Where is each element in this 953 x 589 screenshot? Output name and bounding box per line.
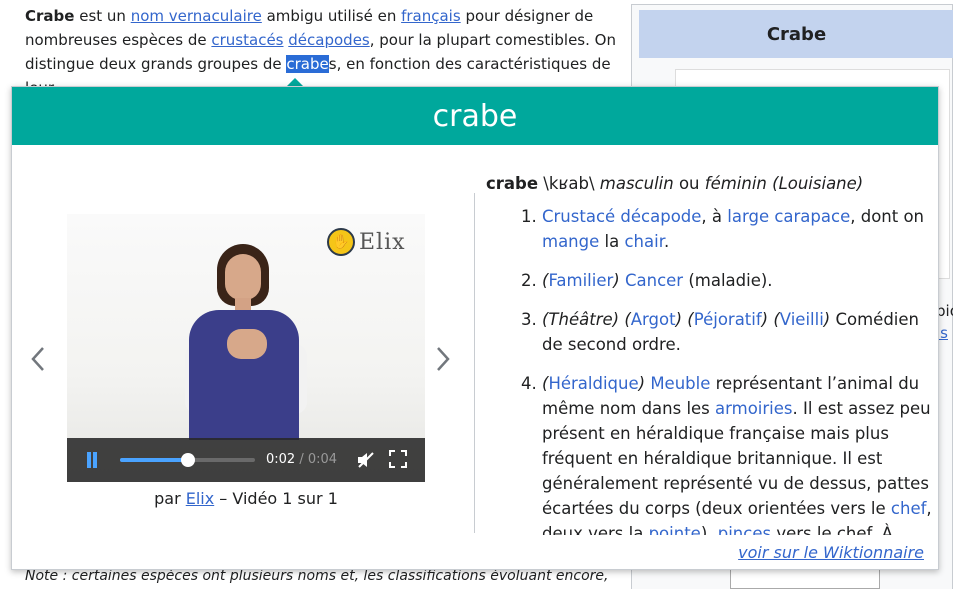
video-caption: par Elix – Vidéo 1 sur 1 — [154, 489, 338, 508]
link-crustaces[interactable]: crustacés — [211, 31, 283, 49]
wiktionary-popup: crabe ✋ Elix 0:02 / 0:04 par Elix – Vidé… — [11, 86, 939, 570]
article-note: Note : certaines espèces ont plusieurs n… — [25, 568, 609, 584]
definition-list: Crustacé décapode, à large carapace, don… — [542, 204, 936, 535]
article-title: Crabe — [25, 7, 75, 25]
video-controls: 0:02 / 0:04 — [67, 438, 425, 482]
pause-icon[interactable] — [85, 452, 99, 468]
definition-item: Crustacé décapode, à large carapace, don… — [542, 204, 936, 254]
chevron-left-icon[interactable] — [30, 345, 46, 379]
video-player[interactable]: ✋ Elix 0:02 / 0:04 — [67, 214, 425, 482]
definition-item: (Théâtre) (Argot) (Péjoratif) (Vieilli) … — [542, 307, 936, 357]
popup-title: crabe — [12, 87, 938, 145]
popup-divider — [474, 193, 475, 533]
elix-logo-icon: ✋ — [327, 228, 355, 256]
seek-bar[interactable] — [120, 453, 255, 467]
link-decapodes[interactable]: décapodes — [288, 31, 369, 49]
seek-knob[interactable] — [180, 453, 195, 467]
mute-icon[interactable] — [356, 450, 376, 470]
definition-head: crabe \kʁab\ masculin ou féminin (Louisi… — [486, 174, 864, 193]
chevron-right-icon[interactable] — [435, 345, 451, 379]
link-francais[interactable]: français — [401, 7, 461, 25]
infobox-title: Crabe — [639, 10, 953, 58]
elix-logo: ✋ Elix — [327, 228, 406, 256]
time-display: 0:02 / 0:04 — [266, 452, 338, 467]
elix-link[interactable]: Elix — [186, 489, 214, 508]
wiktionary-link[interactable]: voir sur le Wiktionnaire — [738, 543, 924, 562]
selected-word[interactable]: crabe — [286, 55, 329, 73]
link-nom-vernaculaire[interactable]: nom vernaculaire — [131, 7, 262, 25]
seek-progress — [120, 458, 188, 462]
definition-panel: crabe \kʁab\ masculin ou féminin (Louisi… — [486, 171, 936, 535]
fullscreen-icon[interactable] — [389, 450, 407, 468]
definition-item: (Familier) Cancer (maladie). — [542, 268, 936, 293]
definition-item: (Héraldique) Meuble représentant l’anima… — [542, 371, 936, 535]
